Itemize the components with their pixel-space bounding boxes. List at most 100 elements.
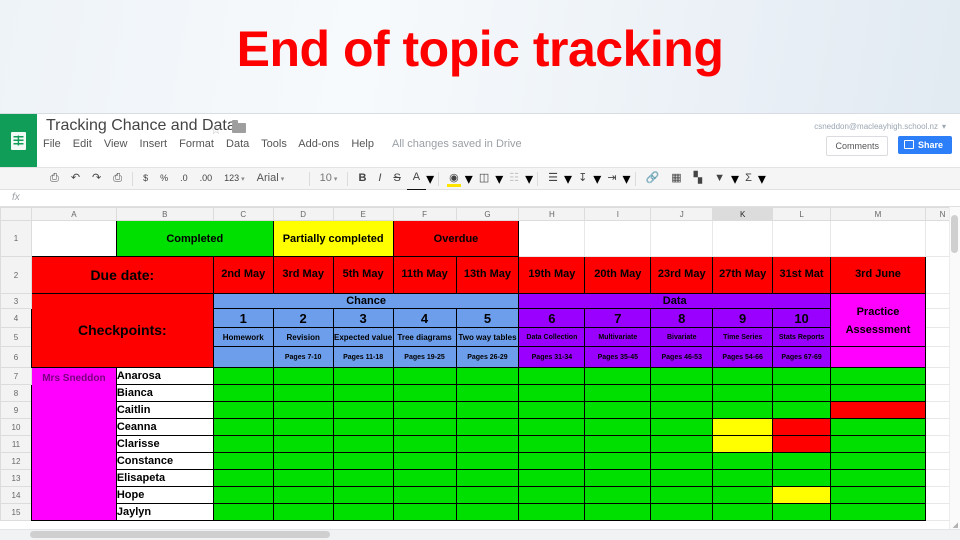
status-cell[interactable]: [518, 384, 586, 402]
checkpoint-topic-10[interactable]: Stats Reports: [772, 327, 832, 347]
status-cell[interactable]: [830, 384, 926, 402]
empty-cell[interactable]: [650, 220, 714, 257]
due-date-2[interactable]: 3rd May: [272, 256, 334, 294]
teacher-label-cell[interactable]: Mrs Sneddon: [30, 367, 117, 521]
row-header-7[interactable]: 7: [0, 367, 32, 385]
status-cell[interactable]: [392, 401, 457, 419]
status-cell[interactable]: [272, 401, 334, 419]
bold-button[interactable]: B: [352, 167, 372, 190]
empty-cell[interactable]: [584, 220, 652, 257]
horizontal-scrollbar[interactable]: [0, 529, 960, 540]
status-cell[interactable]: [212, 401, 274, 419]
column-header-h[interactable]: H: [518, 207, 586, 221]
status-cell[interactable]: [830, 469, 926, 487]
status-cell[interactable]: [772, 452, 832, 470]
due-date-label[interactable]: Due date:: [30, 256, 214, 294]
checkpoint-topic-7[interactable]: Multivariate: [584, 327, 652, 347]
checkpoint-pages-4[interactable]: Pages 19-25: [392, 346, 457, 368]
status-cell[interactable]: [272, 469, 334, 487]
status-cell[interactable]: [772, 401, 832, 419]
practice-assessment-pages[interactable]: [830, 346, 926, 368]
status-cell[interactable]: [212, 469, 274, 487]
status-cell[interactable]: [712, 486, 774, 504]
column-header-b[interactable]: B: [115, 207, 214, 221]
section-data[interactable]: Data: [518, 293, 832, 309]
menu-format[interactable]: Format: [179, 138, 214, 150]
empty-cell[interactable]: [830, 220, 926, 257]
checkpoint-number-10[interactable]: 10: [772, 308, 832, 328]
checkpoint-topic-2[interactable]: Revision: [272, 327, 334, 347]
comments-button[interactable]: Comments: [826, 136, 888, 156]
status-cell[interactable]: [650, 384, 714, 402]
due-date-5[interactable]: 13th May: [455, 256, 520, 294]
status-cell[interactable]: [455, 486, 520, 504]
row-header-15[interactable]: 15: [0, 503, 32, 521]
due-date-3[interactable]: 5th May: [332, 256, 394, 294]
checkpoint-topic-1[interactable]: Homework: [212, 327, 274, 347]
empty-cell[interactable]: [712, 220, 774, 257]
currency-icon[interactable]: $: [137, 167, 154, 190]
status-cell[interactable]: [584, 469, 652, 487]
status-cell[interactable]: [830, 503, 926, 521]
student-name[interactable]: Hope: [115, 486, 214, 504]
student-name[interactable]: Jaylyn: [115, 503, 214, 521]
due-date-8[interactable]: 23rd May: [650, 256, 714, 294]
status-cell[interactable]: [392, 367, 457, 385]
column-header-k[interactable]: K: [712, 207, 774, 221]
status-cell[interactable]: [830, 452, 926, 470]
text-color-button[interactable]: A: [406, 166, 427, 191]
column-header-l[interactable]: L: [772, 207, 832, 221]
select-all-corner[interactable]: [0, 207, 32, 221]
checkpoint-number-6[interactable]: 6: [518, 308, 586, 328]
due-date-1[interactable]: 2nd May: [212, 256, 274, 294]
text-wrap-icon[interactable]: ⇥: [601, 167, 622, 190]
status-cell[interactable]: [712, 401, 774, 419]
checkpoint-number-1[interactable]: 1: [212, 308, 274, 328]
checkpoint-pages-3[interactable]: Pages 11-18: [332, 346, 394, 368]
checkpoint-pages-10[interactable]: Pages 67-69: [772, 346, 832, 368]
account-email[interactable]: csneddon@macleayhigh.school.nz ▾: [814, 122, 946, 131]
insert-chart-icon[interactable]: ▚: [688, 167, 708, 190]
status-cell[interactable]: [455, 452, 520, 470]
status-cell[interactable]: [584, 401, 652, 419]
empty-cell[interactable]: [772, 220, 832, 257]
status-cell[interactable]: [518, 503, 586, 521]
column-header-i[interactable]: I: [584, 207, 652, 221]
status-cell[interactable]: [712, 435, 774, 453]
column-header-j[interactable]: J: [650, 207, 714, 221]
row-header-9[interactable]: 9: [0, 401, 32, 419]
checkpoint-number-8[interactable]: 8: [650, 308, 714, 328]
checkpoint-pages-1[interactable]: [212, 346, 274, 368]
status-cell[interactable]: [455, 435, 520, 453]
chevron-down-icon[interactable]: ▾: [564, 169, 572, 189]
status-cell[interactable]: [518, 401, 586, 419]
checkpoint-pages-6[interactable]: Pages 31-34: [518, 346, 586, 368]
checkpoint-number-5[interactable]: 5: [455, 308, 520, 328]
status-cell[interactable]: [830, 418, 926, 436]
status-cell[interactable]: [650, 486, 714, 504]
column-header-f[interactable]: F: [392, 207, 457, 221]
star-icon[interactable]: ☆: [210, 122, 222, 138]
checkpoint-topic-6[interactable]: Data Collection: [518, 327, 586, 347]
folder-icon[interactable]: [232, 120, 246, 133]
checkpoints-label-cell[interactable]: Checkpoints:: [30, 293, 214, 368]
status-cell[interactable]: [332, 435, 394, 453]
checkpoint-pages-5[interactable]: Pages 26-29: [455, 346, 520, 368]
status-cell[interactable]: [332, 367, 394, 385]
fill-color-icon[interactable]: ◉: [443, 167, 465, 190]
status-cell[interactable]: [455, 503, 520, 521]
due-date-9[interactable]: 27th May: [712, 256, 774, 294]
font-size-select[interactable]: 10 ▾: [314, 167, 344, 191]
section-chance[interactable]: Chance: [212, 293, 520, 309]
student-name[interactable]: Elisapeta: [115, 469, 214, 487]
student-name[interactable]: Bianca: [115, 384, 214, 402]
status-cell[interactable]: [455, 418, 520, 436]
row-header-8[interactable]: 8: [0, 384, 32, 402]
filter-icon[interactable]: ▼: [708, 167, 731, 190]
empty-cell[interactable]: [518, 220, 586, 257]
status-cell[interactable]: [584, 367, 652, 385]
status-cell[interactable]: [772, 486, 832, 504]
status-cell[interactable]: [212, 452, 274, 470]
column-header-c[interactable]: C: [212, 207, 274, 221]
status-cell[interactable]: [650, 503, 714, 521]
